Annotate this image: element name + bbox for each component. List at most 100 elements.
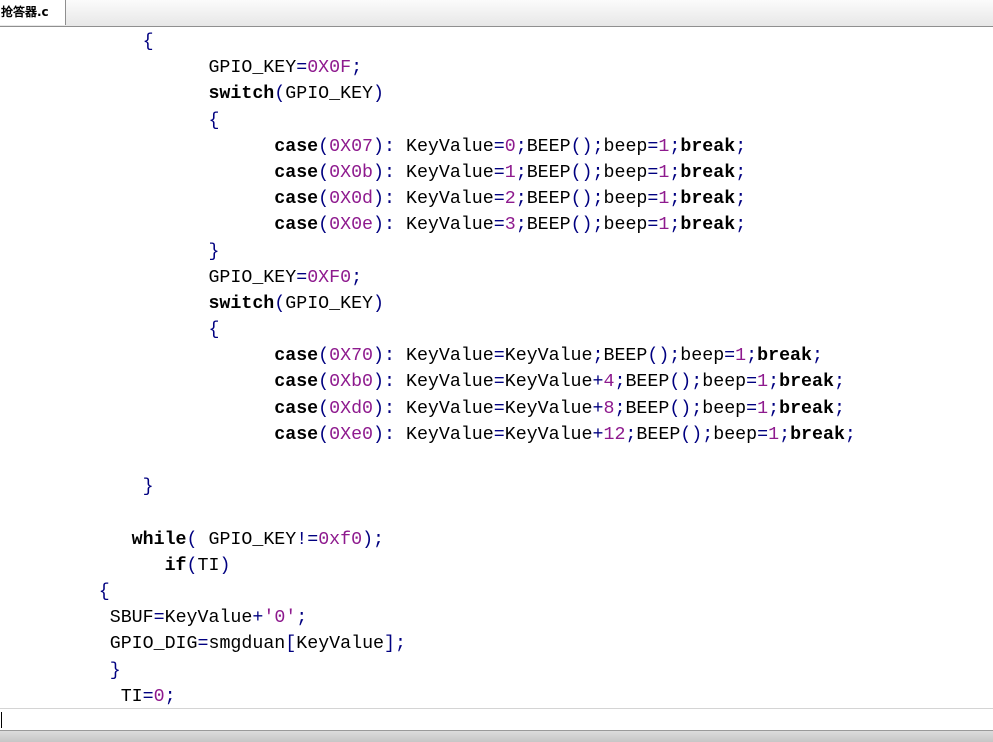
code-token: ; (735, 215, 747, 236)
code-token: 12 (603, 424, 626, 445)
code-line: case(0Xb0): KeyValue=KeyValue+4;BEEP();b… (0, 369, 856, 395)
code-token: 1 (757, 372, 769, 393)
code-line: TI=0; (0, 684, 856, 708)
code-token: 0X0e (329, 215, 374, 236)
code-token: 1 (658, 215, 670, 236)
code-token: : (384, 346, 406, 367)
code-line: GPIO_DIG=smgduan[KeyValue]; (0, 631, 856, 657)
code-token: } (142, 477, 154, 498)
code-token: while (131, 529, 187, 550)
code-token: BEEP (603, 346, 648, 367)
code-line: case(0X0b): KeyValue=1;BEEP();beep=1;bre… (0, 160, 856, 186)
code-token: ; (768, 372, 780, 393)
code-token: ; (351, 58, 363, 79)
code-token: ( (318, 136, 330, 157)
code-token: : (384, 136, 406, 157)
code-token: 0X0b (329, 162, 374, 183)
code-line: { (0, 108, 856, 134)
code-token: + (592, 372, 604, 393)
text-caret (1, 712, 2, 728)
code-line: GPIO_KEY=0XF0; (0, 265, 856, 291)
tab-file[interactable]: 抢答器.c (0, 0, 66, 25)
code-token: ; (833, 398, 845, 419)
code-token: 3 (504, 215, 516, 236)
code-token: break (680, 162, 736, 183)
code-token: ( (186, 555, 198, 576)
code-token: KeyValue (405, 398, 494, 419)
code-token: 1 (768, 424, 780, 445)
code-token: (); (570, 215, 604, 236)
code-token: GPIO_KEY (208, 58, 297, 79)
code-token: beep (713, 424, 758, 445)
code-token: break (790, 424, 845, 445)
code-token: ( (318, 398, 330, 419)
code-token: = (142, 686, 154, 707)
code-line: case(0X0d): KeyValue=2;BEEP();beep=1;bre… (0, 186, 856, 212)
code-token: = (647, 215, 659, 236)
code-token: ) (219, 555, 231, 576)
code-token: = (493, 424, 505, 445)
code-line: } (0, 658, 856, 684)
code-token: ; (614, 398, 626, 419)
code-line: while( GPIO_KEY!=0xf0); (0, 527, 856, 553)
code-token: KeyValue (296, 634, 385, 655)
code-token: beep (603, 162, 648, 183)
code-token: ; (669, 215, 681, 236)
code-token: (); (669, 398, 703, 419)
code-line: case(0X0e): KeyValue=3;BEEP();beep=1;bre… (0, 212, 856, 238)
code-token: != (296, 529, 319, 550)
code-token: case (274, 189, 319, 210)
code-token: = (757, 424, 769, 445)
code-token: ) (373, 162, 385, 183)
code-token: ; (592, 346, 604, 367)
code-token: BEEP (526, 136, 571, 157)
code-token: ]; (384, 634, 406, 655)
code-token: : (384, 424, 406, 445)
code-token: 1 (735, 346, 747, 367)
code-token: 0 (504, 136, 516, 157)
code-token: ; (811, 346, 823, 367)
code-token: '0' (263, 608, 297, 629)
code-token: ( (318, 346, 330, 367)
code-token: = (296, 267, 308, 288)
code-token: ; (768, 398, 780, 419)
code-token: ) (373, 346, 385, 367)
code-token: ) (373, 398, 385, 419)
code-token: BEEP (636, 424, 681, 445)
horizontal-scrollbar[interactable] (0, 708, 993, 731)
code-token: beep (603, 189, 648, 210)
code-token: ) (373, 84, 385, 105)
code-token: ) (373, 372, 385, 393)
code-token: KeyValue (405, 346, 494, 367)
code-token: ) (373, 189, 385, 210)
code-token: ) (373, 293, 385, 314)
code-token: = (647, 136, 659, 157)
code-token: ( (318, 424, 330, 445)
code-token: 1 (658, 136, 670, 157)
code-token: KeyValue (504, 346, 593, 367)
code-token: beep (702, 398, 747, 419)
code-editor[interactable]: { GPIO_KEY=0X0F; switch(GPIO_KEY) { case… (0, 27, 993, 708)
code-token: TI (197, 555, 220, 576)
code-token: = (746, 398, 758, 419)
code-token: break (757, 346, 812, 367)
code-token: (); (570, 136, 604, 157)
code-token: ; (296, 608, 308, 629)
code-token: (); (647, 346, 681, 367)
code-token: ; (746, 346, 758, 367)
code-token: switch (208, 293, 275, 314)
code-token: 4 (603, 372, 615, 393)
code-token: break (680, 215, 736, 236)
code-token: = (197, 634, 209, 655)
code-token: 0xf0 (318, 529, 363, 550)
code-token: KeyValue (405, 424, 494, 445)
code-token: smgduan (208, 634, 286, 655)
code-token: case (274, 136, 319, 157)
code-token: = (493, 162, 505, 183)
code-token: ) (373, 424, 385, 445)
code-token: ; (164, 686, 176, 707)
code-token: (); (570, 189, 604, 210)
code-token: ); (362, 529, 385, 550)
